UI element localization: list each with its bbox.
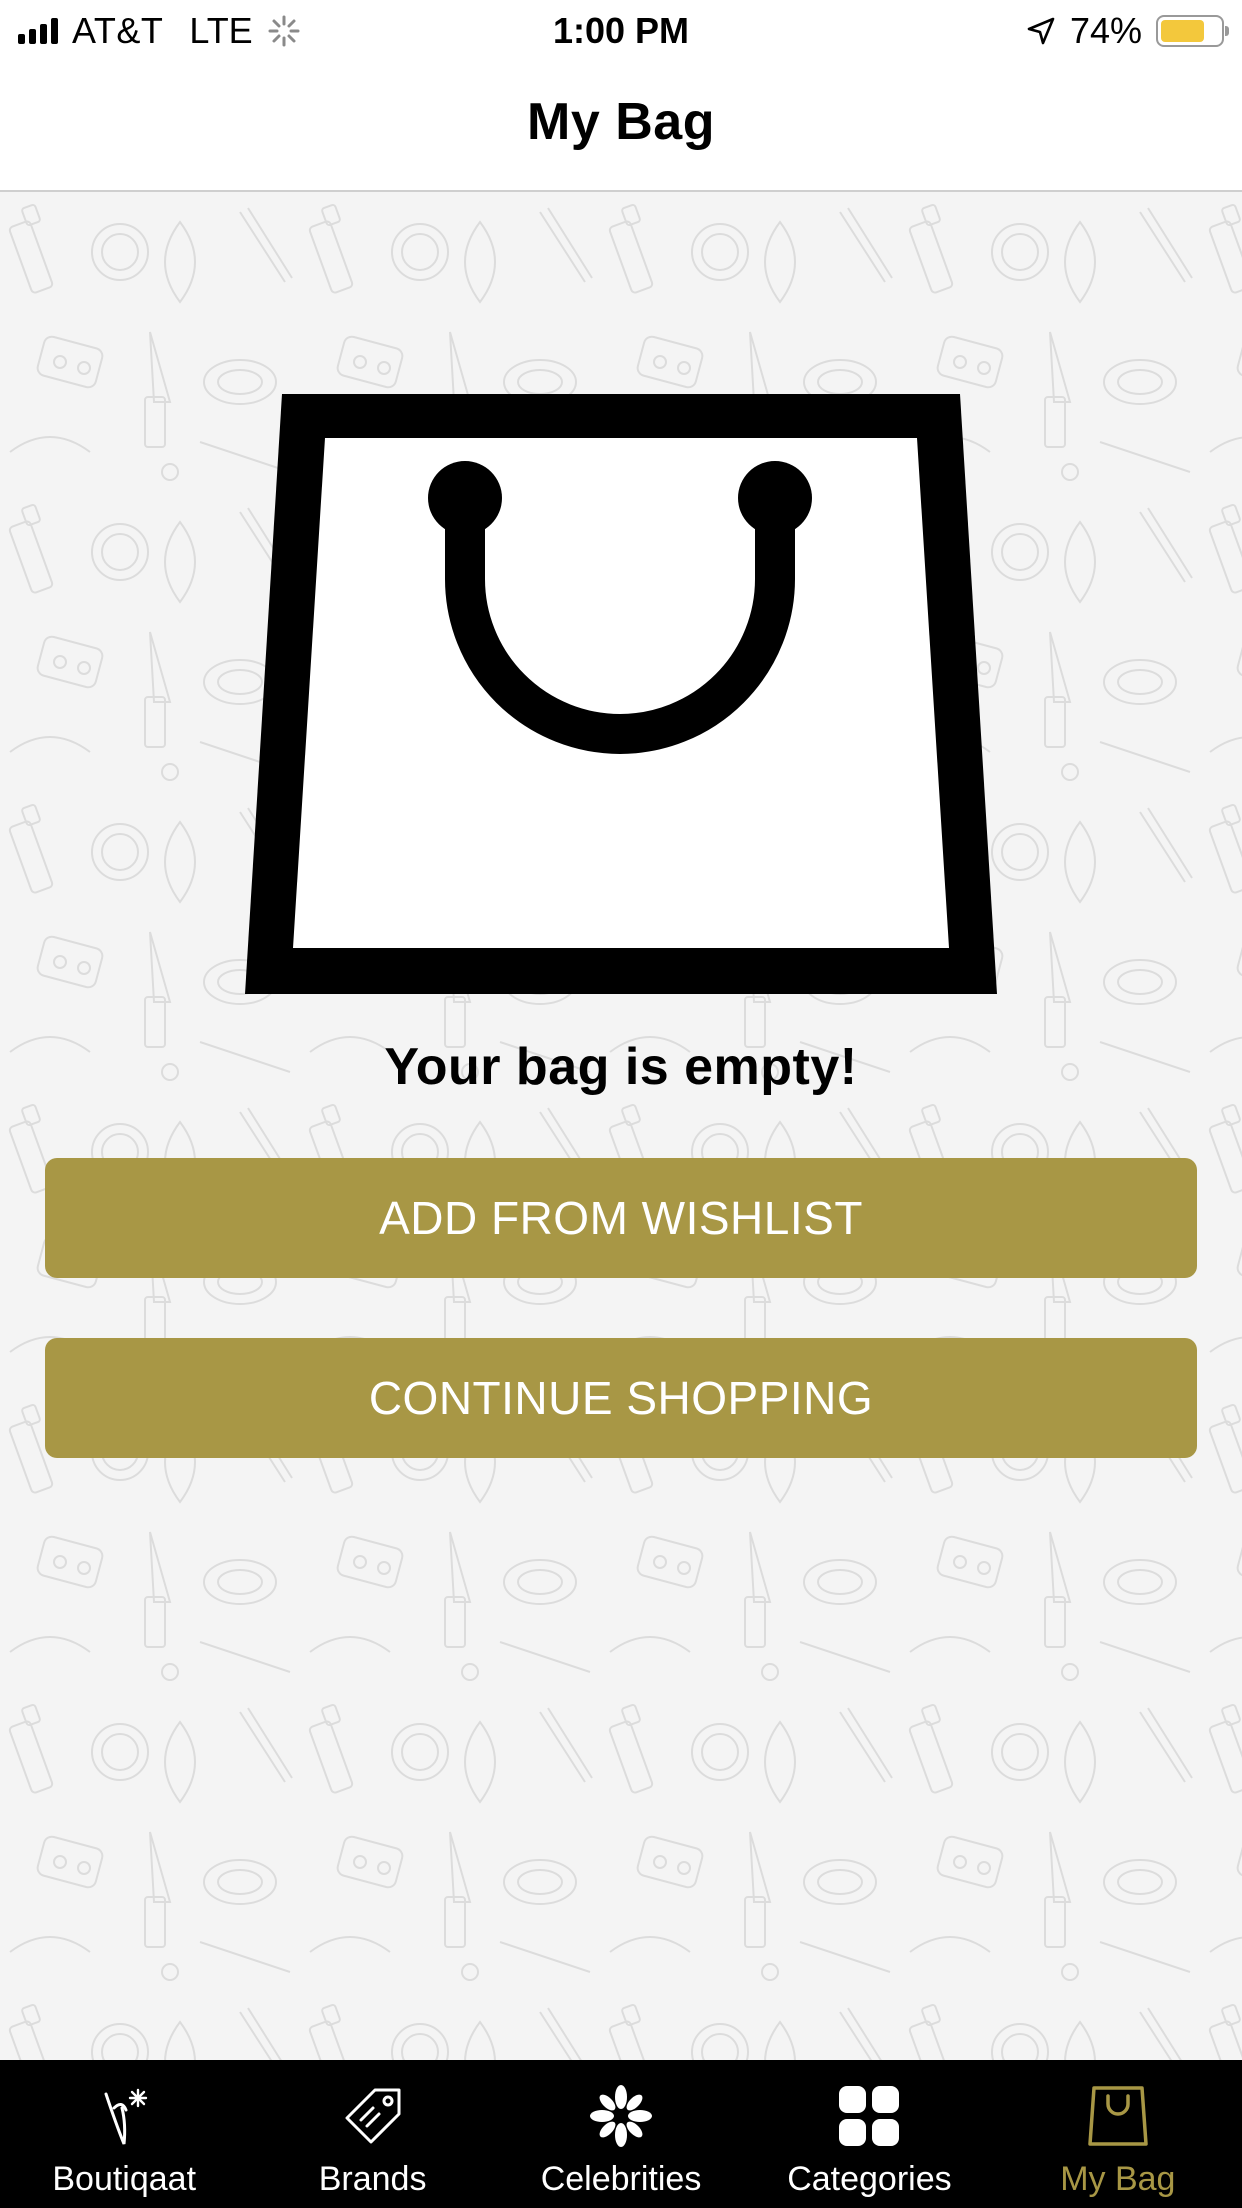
main-content: Your bag is empty! ADD FROM WISHLIST CON…: [0, 192, 1242, 2060]
status-right: 74%: [1026, 8, 1229, 54]
boutiqaat-logo-icon: [104, 2088, 148, 2145]
location-arrow-icon: [1027, 17, 1055, 45]
bag-icon: [1088, 2086, 1148, 2146]
continue-shopping-button[interactable]: CONTINUE SHOPPING: [45, 1338, 1197, 1458]
tab-boutiqaat[interactable]: Boutiqaat: [0, 2060, 248, 2208]
empty-bag-message: Your bag is empty!: [384, 1038, 858, 1096]
add-from-wishlist-label: ADD FROM WISHLIST: [379, 1192, 863, 1244]
tab-brands[interactable]: Brands: [248, 2060, 496, 2208]
add-from-wishlist-button[interactable]: ADD FROM WISHLIST: [45, 1158, 1197, 1278]
tab-label: Celebrities: [540, 2160, 702, 2198]
tab-bar: Boutiqaat Brands Celebrities Categories …: [0, 2060, 1242, 2208]
shopping-bag-icon: [245, 394, 997, 994]
battery-icon: [1156, 15, 1229, 47]
battery-level: [1161, 20, 1204, 42]
page-title: My Bag: [527, 93, 715, 151]
navigation-header: My Bag: [0, 62, 1242, 192]
continue-shopping-label: CONTINUE SHOPPING: [368, 1372, 874, 1424]
tab-celebrities[interactable]: Celebrities: [497, 2060, 745, 2208]
tab-label: Brands: [318, 2160, 427, 2198]
status-bar: AT&T LTE 1:00 PM 74%: [0, 0, 1242, 62]
tab-label: Categories: [787, 2160, 952, 2198]
flower-icon: [590, 2085, 653, 2147]
tag-icon: [345, 2088, 401, 2144]
battery-percentage: 74%: [1069, 10, 1142, 51]
grid-icon: [839, 2086, 900, 2146]
tab-label: My Bag: [1060, 2160, 1176, 2198]
tab-categories[interactable]: Categories: [745, 2060, 993, 2208]
tab-my-bag[interactable]: My Bag: [994, 2060, 1242, 2208]
tab-label: Boutiqaat: [52, 2160, 197, 2198]
